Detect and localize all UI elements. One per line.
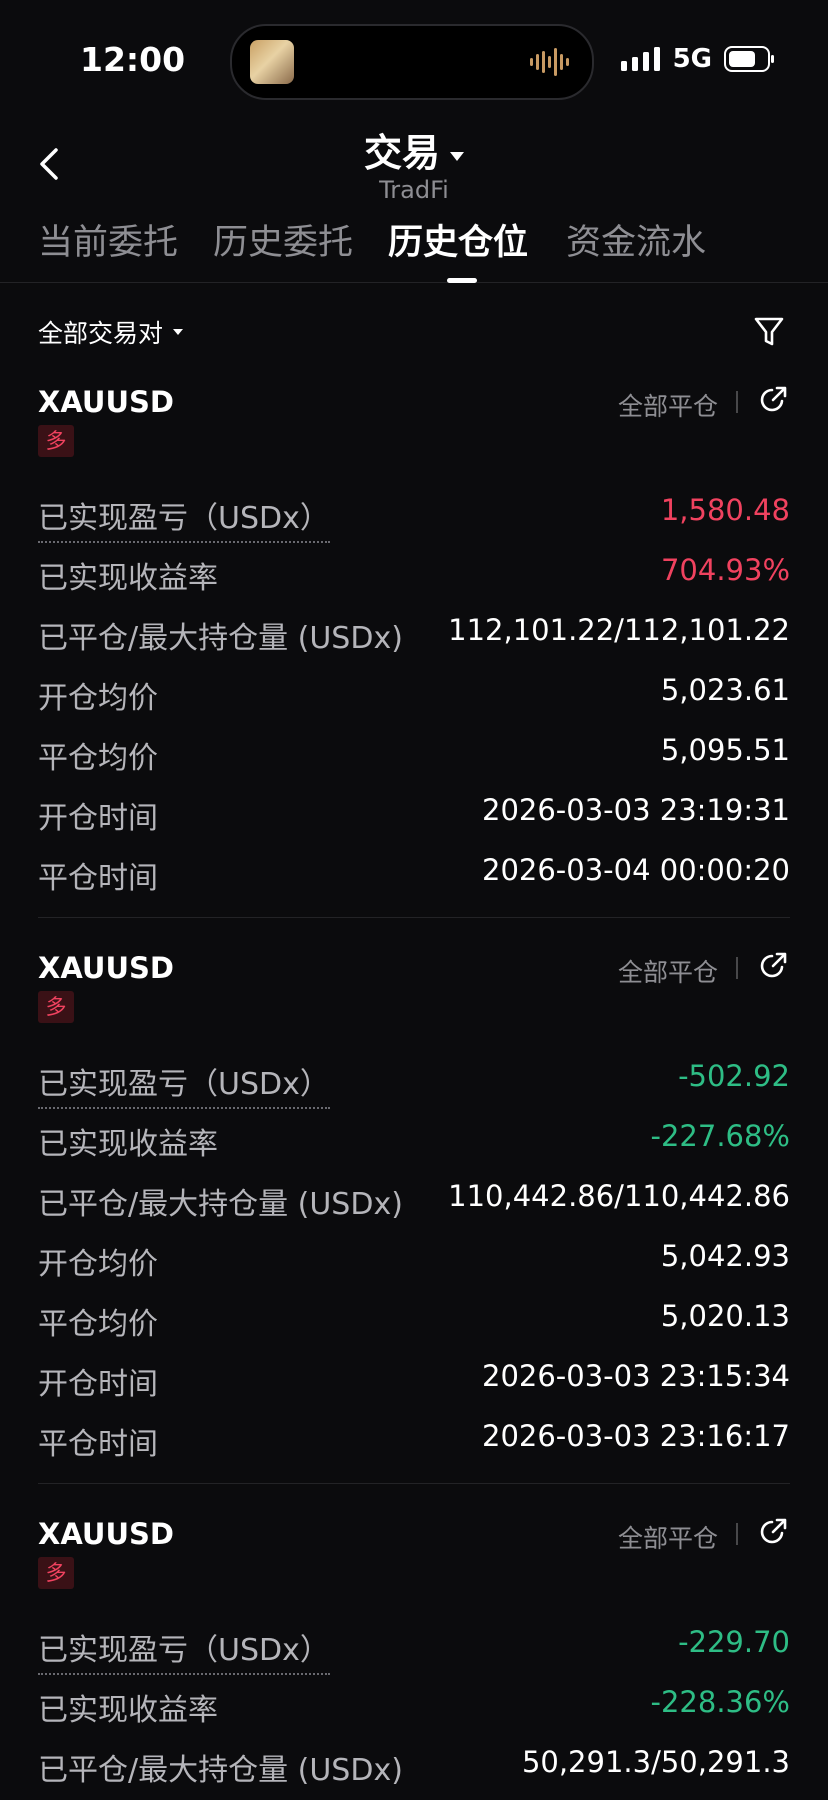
- roi-value: -228.36%: [650, 1685, 791, 1719]
- side-badge-long: 多: [38, 991, 74, 1023]
- roi-row: 已实现收益率 -228.36%: [38, 1681, 791, 1728]
- close-time-label: 平仓时间: [38, 861, 158, 896]
- tab-bar: 当前委托 历史委托 历史仓位 资金流水: [0, 210, 828, 283]
- active-tab-indicator: [447, 278, 477, 283]
- tab-fund-flow[interactable]: 资金流水: [566, 214, 706, 265]
- caret-down-icon: [450, 152, 464, 161]
- filter-funnel-icon[interactable]: [754, 316, 784, 348]
- page-title: 交易: [363, 131, 440, 175]
- close-price-value: 5,095.51: [660, 733, 790, 767]
- action-separator: [736, 1523, 738, 1545]
- close-time-value: 2026-03-04 00:00:20: [482, 853, 790, 887]
- position-symbol: XAUUSD: [38, 1517, 174, 1551]
- pnl-value: 1,580.48: [660, 493, 790, 527]
- open-time-value: 2026-03-03 23:19:31: [482, 793, 790, 827]
- pnl-label[interactable]: 已实现盈亏（USDx）: [38, 1625, 330, 1675]
- close-price-label: 平仓均价: [38, 1307, 158, 1342]
- close-price-row: 平仓均价 5,020.13: [38, 1295, 790, 1342]
- pnl-row: 已实现盈亏（USDx） -229.70: [38, 1621, 790, 1675]
- size-row: 已平仓/最大持仓量 (USDx) 112,101.22/112,101.22: [38, 609, 790, 656]
- close-time-label: 平仓时间: [38, 1427, 158, 1462]
- page-subtitle: TradFi: [379, 176, 449, 204]
- status-indicators: 5G: [620, 44, 776, 74]
- share-icon[interactable]: [758, 385, 788, 415]
- roi-label: 已实现收益率: [38, 1693, 218, 1728]
- close-price-value: 5,020.13: [660, 1299, 790, 1333]
- nav-bar: 交易 TradFi: [0, 120, 828, 210]
- position-symbol: XAUUSD: [38, 385, 174, 419]
- open-time-row: 开仓时间 2026-03-03 23:19:31: [38, 789, 790, 836]
- card-divider: [38, 1483, 790, 1484]
- caret-down-icon: [173, 329, 184, 335]
- pnl-value: -502.92: [678, 1059, 790, 1093]
- audio-wave-icon: [530, 48, 569, 76]
- status-time: 12:00: [80, 40, 186, 79]
- tab-order-history[interactable]: 历史委托: [213, 214, 353, 265]
- pnl-value: -229.70: [678, 1625, 790, 1659]
- open-price-label: 开仓均价: [38, 1247, 158, 1282]
- size-row: 已平仓/最大持仓量 (USDx) 50,291.3/50,291.3: [38, 1741, 790, 1788]
- pnl-row: 已实现盈亏（USDx） 1,580.48: [38, 489, 790, 543]
- close-price-row: 平仓均价 5,095.51: [38, 729, 790, 776]
- close-time-value: 2026-03-03 23:16:17: [482, 1419, 790, 1453]
- pnl-label[interactable]: 已实现盈亏（USDx）: [38, 493, 330, 543]
- action-separator: [736, 391, 738, 413]
- position-symbol: XAUUSD: [38, 951, 174, 985]
- network-type: 5G: [672, 44, 712, 74]
- open-price-row: 开仓均价 5,023.61: [38, 669, 790, 716]
- pnl-row: 已实现盈亏（USDx） -502.92: [38, 1055, 790, 1109]
- roi-value: 704.93%: [660, 553, 790, 587]
- open-price-value: 5,023.61: [660, 673, 790, 707]
- share-icon[interactable]: [758, 951, 788, 981]
- tab-position-history[interactable]: 历史仓位: [388, 214, 528, 265]
- open-time-label: 开仓时间: [38, 801, 158, 836]
- roi-label: 已实现收益率: [38, 561, 218, 596]
- side-badge-long: 多: [38, 425, 74, 457]
- close-all-button[interactable]: 全部平仓: [618, 387, 718, 423]
- open-time-value: 2026-03-03 23:15:34: [482, 1359, 790, 1393]
- size-value: 112,101.22/112,101.22: [448, 613, 790, 647]
- filter-bar: 全部交易对: [0, 310, 828, 360]
- action-separator: [736, 957, 738, 979]
- tab-open-orders[interactable]: 当前委托: [38, 214, 178, 265]
- roi-row: 已实现收益率 -227.68%: [38, 1115, 791, 1162]
- pair-filter-label: 全部交易对: [38, 319, 164, 348]
- size-value: 110,442.86/110,442.86: [448, 1179, 790, 1213]
- now-playing-artwork-icon: [250, 40, 294, 84]
- size-value: 50,291.3/50,291.3: [521, 1745, 790, 1779]
- roi-value: -227.68%: [650, 1119, 791, 1153]
- open-time-row: 开仓时间 2026-03-03 23:15:34: [38, 1355, 790, 1402]
- size-label: 已平仓/最大持仓量 (USDx): [38, 621, 403, 656]
- close-all-button[interactable]: 全部平仓: [618, 953, 718, 989]
- open-price-row: 开仓均价 5,042.93: [38, 1235, 790, 1282]
- pair-filter-dropdown[interactable]: 全部交易对: [38, 314, 184, 350]
- size-label: 已平仓/最大持仓量 (USDx): [38, 1187, 403, 1222]
- roi-label: 已实现收益率: [38, 1127, 218, 1162]
- card-divider: [38, 917, 790, 918]
- size-label: 已平仓/最大持仓量 (USDx): [38, 1753, 403, 1788]
- side-badge-long: 多: [38, 1557, 74, 1589]
- status-bar: 12:00 5G: [0, 0, 828, 120]
- roi-row: 已实现收益率 704.93%: [38, 549, 790, 596]
- close-time-row: 平仓时间 2026-03-03 23:16:17: [38, 1415, 790, 1462]
- title-dropdown[interactable]: 交易: [0, 122, 828, 177]
- pnl-label[interactable]: 已实现盈亏（USDx）: [38, 1059, 330, 1109]
- open-price-value: 5,042.93: [660, 1239, 790, 1273]
- battery-icon: [724, 46, 774, 72]
- close-all-button[interactable]: 全部平仓: [618, 1519, 718, 1555]
- open-time-label: 开仓时间: [38, 1367, 158, 1402]
- signal-icon: [620, 47, 660, 71]
- open-price-label: 开仓均价: [38, 681, 158, 716]
- share-icon[interactable]: [758, 1517, 788, 1547]
- size-row: 已平仓/最大持仓量 (USDx) 110,442.86/110,442.86: [38, 1175, 790, 1222]
- dynamic-island[interactable]: [230, 24, 594, 100]
- close-time-row: 平仓时间 2026-03-04 00:00:20: [38, 849, 790, 896]
- close-price-label: 平仓均价: [38, 741, 158, 776]
